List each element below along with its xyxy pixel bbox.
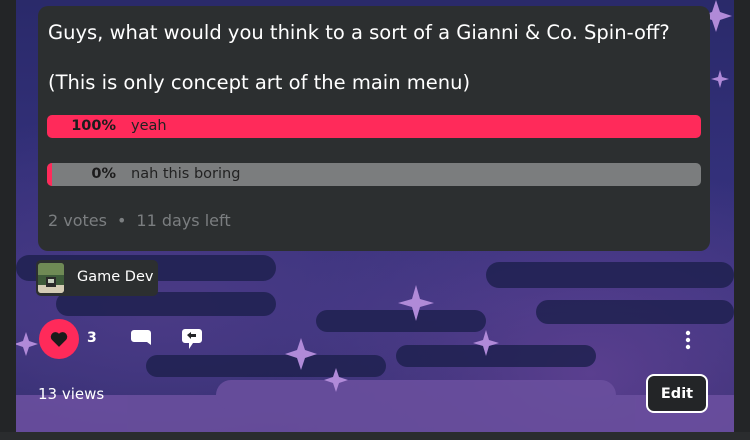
poll-option-label: nah this boring (131, 166, 241, 182)
bottom-strip (0, 432, 750, 440)
repost-icon (182, 329, 202, 349)
poll-option-percent: 0% (91, 166, 116, 182)
comment-button[interactable] (130, 328, 152, 354)
poll-time-left: 11 days left (136, 211, 231, 230)
poll-card: Guys, what would you think to a sort of … (38, 6, 710, 251)
poll-question: Guys, what would you think to a sort of … (48, 21, 670, 44)
heart-icon (50, 332, 68, 347)
like-button[interactable] (39, 319, 79, 359)
view-count: 13 views (38, 385, 105, 403)
poll-option-label: yeah (131, 118, 167, 134)
category-thumbnail (38, 263, 64, 293)
repost-button[interactable] (181, 327, 203, 355)
comment-bubble-icon (131, 330, 151, 345)
poll-subtitle: (This is only concept art of the main me… (48, 71, 471, 94)
more-options-button[interactable] (680, 330, 696, 354)
meta-separator: • (116, 211, 127, 230)
category-label: Game Dev (77, 269, 154, 285)
vertical-ellipsis-icon (685, 330, 691, 350)
poll-option-yeah[interactable]: 100% yeah (47, 115, 701, 138)
poll-option-fill (47, 163, 52, 186)
poll-option-percent: 100% (71, 118, 116, 134)
poll-votes: 2 votes (48, 211, 107, 230)
edit-button[interactable]: Edit (646, 374, 708, 413)
like-count: 3 (87, 330, 97, 346)
poll-option-nah[interactable]: 0% nah this boring (47, 163, 701, 186)
category-chip[interactable]: Game Dev (36, 260, 158, 296)
poll-meta: 2 votes • 11 days left (48, 211, 231, 230)
